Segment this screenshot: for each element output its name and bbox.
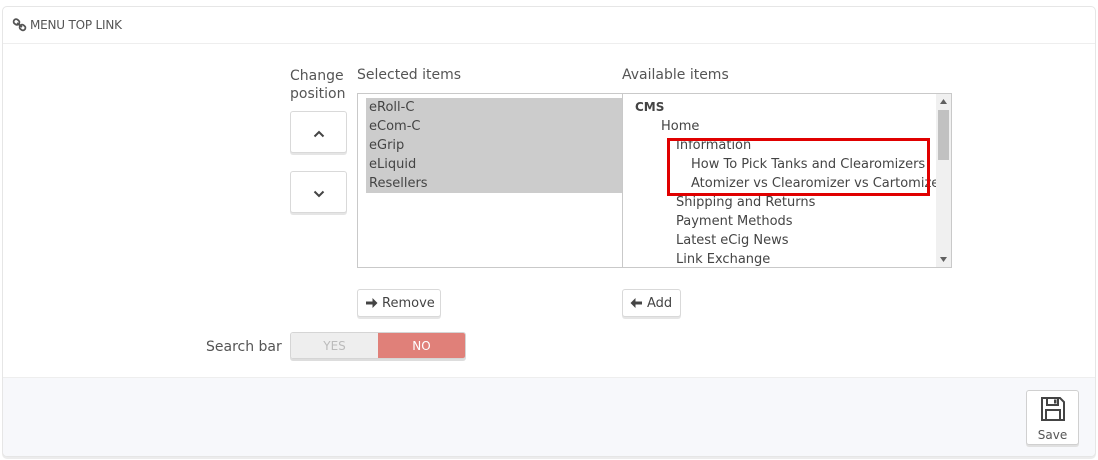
search-bar-yes-option[interactable]: YES xyxy=(291,333,378,358)
link-icon xyxy=(12,18,28,32)
move-up-button[interactable] xyxy=(290,111,347,153)
search-bar-no-option[interactable]: NO xyxy=(378,333,465,358)
scroll-up-arrow-icon[interactable] xyxy=(936,94,951,109)
save-button[interactable]: Save xyxy=(1026,390,1079,445)
available-items-list[interactable]: CMS Home Information How To Pick Tanks a… xyxy=(623,94,937,267)
selected-item[interactable]: eCom-C xyxy=(366,117,622,136)
chevron-up-icon xyxy=(313,123,325,142)
arrow-right-icon xyxy=(365,297,378,309)
menu-top-link-panel: MENU TOP LINK Change position Selected i… xyxy=(2,6,1096,457)
search-bar-toggle[interactable]: YES NO xyxy=(290,332,466,359)
remove-label: Remove xyxy=(382,295,435,311)
panel-heading: MENU TOP LINK xyxy=(3,7,1095,44)
available-item[interactable]: Atomizer vs Clearomizer vs Cartomizer xyxy=(691,174,937,193)
move-down-button[interactable] xyxy=(290,171,347,213)
available-items-label: Available items xyxy=(622,67,729,83)
selected-items-list[interactable]: eRoll-C eCom-C eGrip eLiquid Resellers xyxy=(366,98,622,193)
panel-footer: Save xyxy=(3,377,1095,456)
selected-item[interactable]: eRoll-C xyxy=(366,98,622,117)
selected-item[interactable]: eGrip xyxy=(366,136,622,155)
available-item[interactable]: Information xyxy=(676,136,751,155)
available-item[interactable]: Latest eCig News xyxy=(676,231,789,250)
available-item[interactable]: Link Exchange xyxy=(676,250,770,267)
floppy-disk-icon xyxy=(1040,396,1066,426)
available-list-scrollbar[interactable] xyxy=(936,94,951,267)
change-position-label: Change position xyxy=(290,68,346,102)
scrollbar-thumb[interactable] xyxy=(938,110,949,160)
add-label: Add xyxy=(647,295,673,311)
add-button[interactable]: Add xyxy=(622,289,681,317)
available-item[interactable]: Home xyxy=(661,117,699,136)
save-label: Save xyxy=(1037,428,1068,442)
panel-title: MENU TOP LINK xyxy=(30,18,122,32)
available-item[interactable]: Shipping and Returns xyxy=(676,193,815,212)
available-item[interactable]: How To Pick Tanks and Clearomizers xyxy=(691,155,925,174)
selected-items-label: Selected items xyxy=(357,67,462,83)
arrow-left-icon xyxy=(630,297,643,309)
selected-item[interactable]: eLiquid xyxy=(366,155,622,174)
items-listbox: eRoll-C eCom-C eGrip eLiquid Resellers C… xyxy=(357,93,952,268)
chevron-down-icon xyxy=(313,183,325,202)
available-item-group[interactable]: CMS xyxy=(635,98,664,117)
available-item[interactable]: Payment Methods xyxy=(676,212,793,231)
scroll-down-arrow-icon[interactable] xyxy=(936,252,951,267)
remove-button[interactable]: Remove xyxy=(357,289,441,317)
search-bar-label: Search bar xyxy=(206,339,282,355)
selected-item[interactable]: Resellers xyxy=(366,174,622,193)
